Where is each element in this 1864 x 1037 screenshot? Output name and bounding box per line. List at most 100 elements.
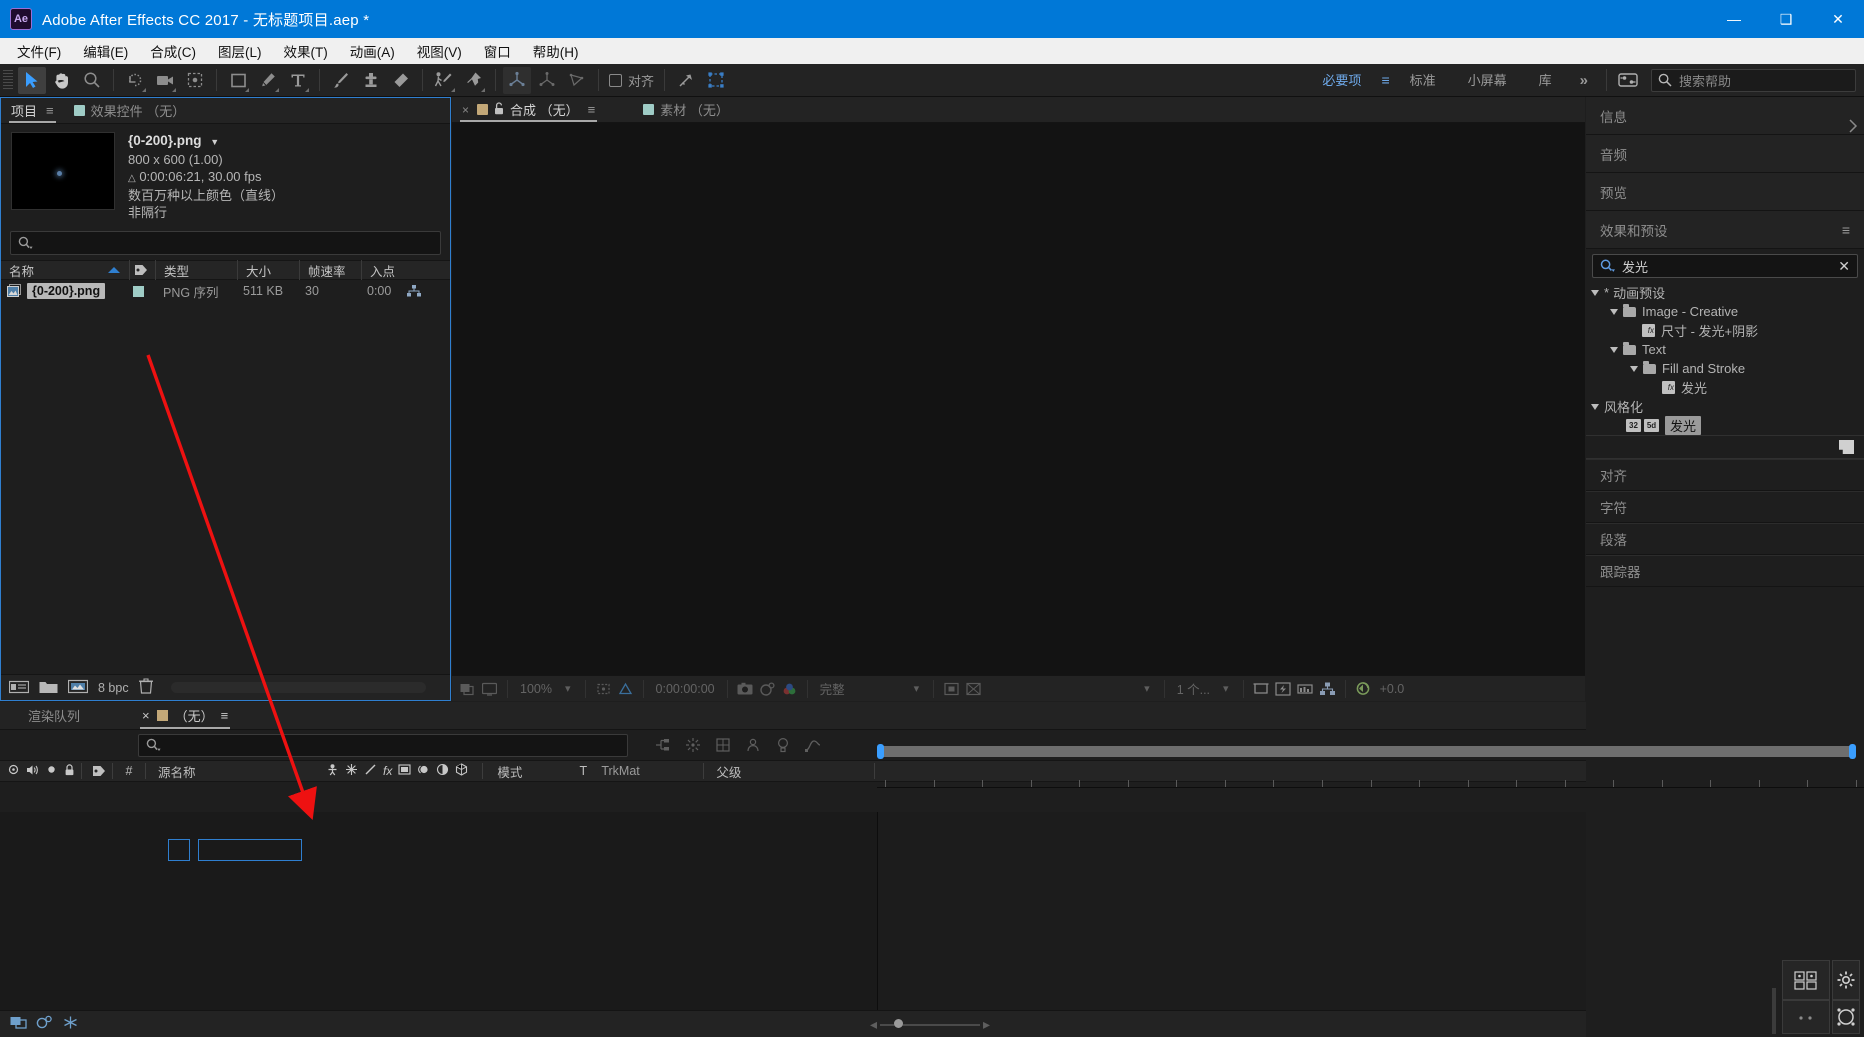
eraser-tool[interactable] — [387, 67, 415, 94]
close-tab-icon[interactable]: × — [462, 103, 469, 117]
row-name-cell[interactable]: {0-200}.png — [1, 283, 129, 299]
transform-box-icon[interactable] — [702, 67, 730, 94]
shape-tool[interactable] — [224, 67, 252, 94]
view-dropdown-icon[interactable]: ▾ — [1138, 682, 1156, 695]
snapshot-icon[interactable] — [736, 679, 755, 698]
move-anchor-icon[interactable] — [672, 67, 700, 94]
column-mode[interactable]: 模式 — [483, 760, 573, 782]
frame-blending-icon[interactable] — [398, 763, 411, 779]
close-tab-icon[interactable]: × — [142, 708, 150, 723]
timeline-layer-list[interactable] — [0, 812, 877, 1010]
triangle-expanded-icon[interactable] — [1630, 365, 1638, 372]
panel-tracker[interactable]: 跟踪器 — [1586, 555, 1864, 587]
floating-mask-panel[interactable] — [1832, 1000, 1860, 1034]
project-search-input[interactable] — [10, 231, 441, 255]
region-interest-toggle-icon[interactable] — [942, 679, 961, 698]
column-label[interactable] — [129, 260, 155, 280]
toolbar-grip[interactable] — [3, 70, 13, 90]
panel-audio[interactable]: 音频 — [1586, 135, 1864, 173]
workspace-menu-icon[interactable]: ≡ — [1377, 72, 1393, 88]
brush-tool[interactable] — [327, 67, 355, 94]
tree-item-image-creative[interactable]: Image - Creative — [1586, 302, 1864, 321]
guide-layer-icon[interactable] — [1252, 679, 1271, 698]
column-preserve-transparency[interactable]: T — [573, 760, 593, 782]
timeline-ruler[interactable] — [877, 766, 1864, 788]
delete-icon[interactable] — [138, 678, 153, 697]
timeline-render-icon[interactable] — [36, 1015, 53, 1033]
menu-layer[interactable]: 图层(L) — [207, 38, 273, 64]
video-toggle-icon[interactable] — [8, 764, 19, 778]
show-snapshot-icon[interactable] — [758, 679, 777, 698]
menu-edit[interactable]: 编辑(E) — [72, 38, 139, 64]
tab-effect-controls[interactable]: 效果控件 （无） — [64, 98, 196, 124]
pen-tool[interactable] — [254, 67, 282, 94]
tab-timeline-comp[interactable]: × （无） ≡ — [130, 702, 240, 730]
timeline-collapse-icon[interactable] — [1846, 118, 1860, 134]
clear-search-icon[interactable]: ✕ — [1838, 258, 1850, 275]
tab-composition[interactable]: × 合成 （无） ≡ — [452, 97, 605, 123]
work-area-start-handle[interactable] — [877, 744, 884, 759]
menu-file[interactable]: 文件(F) — [6, 38, 72, 64]
adjustment-layer-icon[interactable] — [436, 763, 449, 779]
workspace-library[interactable]: 库 — [1523, 64, 1568, 97]
work-area-end-handle[interactable] — [1849, 744, 1856, 759]
text-tool[interactable] — [284, 67, 312, 94]
workspace-standard[interactable]: 标准 — [1394, 64, 1452, 97]
workspace-overflow-icon[interactable]: » — [1568, 72, 1600, 89]
transparency-grid-icon[interactable] — [616, 679, 635, 698]
composition-viewer[interactable] — [452, 123, 1585, 675]
label-column-icon[interactable] — [82, 760, 112, 782]
view-count-dropdown-icon[interactable]: ▾ — [1217, 682, 1235, 695]
column-parent[interactable]: 父级 — [704, 760, 814, 782]
panel-align[interactable]: 对齐 — [1586, 459, 1864, 491]
column-framerate[interactable]: 帧速率 — [299, 260, 361, 280]
tracker-points-icon[interactable] — [1783, 961, 1829, 999]
floating-tracker-panel[interactable] — [1782, 960, 1830, 1000]
menu-animation[interactable]: 动画(A) — [339, 38, 406, 64]
tree-item-glow-effect[interactable]: 32 5d 发光 — [1586, 416, 1864, 435]
triangle-expanded-icon[interactable] — [1591, 403, 1599, 410]
main-viewer-icon[interactable] — [480, 679, 499, 698]
column-name[interactable]: 名称 — [1, 260, 129, 280]
hand-tool[interactable] — [48, 67, 76, 94]
panel-character[interactable]: 字符 — [1586, 491, 1864, 523]
zoom-slider-knob[interactable] — [894, 1019, 903, 1028]
column-inpoint[interactable]: 入点 — [361, 260, 421, 280]
collapse-transform-icon[interactable] — [345, 763, 358, 779]
tree-item-fill-and-stroke[interactable]: Fill and Stroke — [1586, 359, 1864, 378]
graph-editor-icon[interactable] — [798, 732, 828, 758]
triangle-expanded-icon[interactable] — [1610, 346, 1618, 353]
composition-mini-flowchart-icon[interactable] — [648, 732, 678, 758]
comp-flowchart-icon[interactable] — [1318, 679, 1337, 698]
panel-info[interactable]: 信息 — [1586, 97, 1864, 135]
effects-search-input[interactable]: 发光 ✕ — [1592, 254, 1858, 278]
column-type[interactable]: 类型 — [155, 260, 237, 280]
tree-item-text[interactable]: Text — [1586, 340, 1864, 359]
motion-blur-layer-icon[interactable] — [417, 763, 430, 779]
pan-behind-anchor-tool[interactable] — [181, 67, 209, 94]
resolution-dropdown-icon[interactable]: ▾ — [908, 682, 926, 695]
menu-help[interactable]: 帮助(H) — [522, 38, 590, 64]
new-comp-icon[interactable] — [8, 679, 30, 697]
menu-view[interactable]: 视图(V) — [406, 38, 473, 64]
tree-item-stylize[interactable]: 风格化 — [1586, 397, 1864, 416]
camera-tool[interactable] — [151, 67, 179, 94]
audio-toggle-icon[interactable] — [26, 764, 39, 779]
gear-icon[interactable] — [1833, 961, 1859, 999]
motion-blur-icon[interactable] — [678, 732, 708, 758]
column-index[interactable]: # — [113, 760, 145, 782]
timeline-grid-icon[interactable] — [62, 1015, 79, 1033]
work-area-bar[interactable] — [881, 746, 1852, 757]
axis-world-icon[interactable] — [533, 67, 561, 94]
puppet-pin-tool[interactable] — [460, 67, 488, 94]
project-footer-scrollbar[interactable] — [170, 682, 426, 693]
row-label-swatch[interactable] — [129, 285, 155, 297]
exposure-reset-icon[interactable] — [1354, 679, 1373, 698]
new-folder-icon[interactable] — [39, 679, 58, 697]
composition-panel-menu-icon[interactable]: ≡ — [588, 102, 596, 117]
selected-item-name[interactable]: {0-200}.png ▼ — [128, 132, 284, 151]
solo-toggle-icon[interactable] — [46, 764, 57, 778]
tab-project[interactable]: 项目 ≡ — [1, 98, 64, 124]
layer-placeholder-wide[interactable] — [198, 839, 302, 861]
lock-icon[interactable] — [494, 101, 504, 118]
